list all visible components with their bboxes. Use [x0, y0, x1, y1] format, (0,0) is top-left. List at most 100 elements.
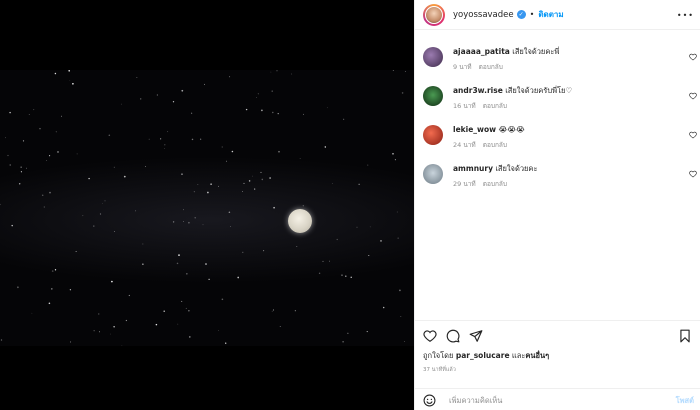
- star: [260, 171, 262, 173]
- star: [331, 183, 333, 185]
- star: [231, 150, 234, 153]
- star: [128, 294, 130, 297]
- reply-button[interactable]: ตอบกลับ: [483, 180, 507, 188]
- star: [167, 131, 169, 133]
- star: [380, 240, 382, 242]
- comment-username[interactable]: andr3w.rise: [453, 86, 503, 95]
- star: [49, 155, 51, 157]
- star: [366, 331, 368, 333]
- follow-button[interactable]: ติดตาม: [538, 8, 563, 21]
- star: [17, 286, 19, 289]
- comment-avatar[interactable]: [423, 125, 443, 145]
- star: [0, 339, 3, 341]
- like-comment-heart-icon[interactable]: [689, 92, 697, 100]
- stars-field: [0, 70, 406, 346]
- comment-avatar[interactable]: [423, 164, 443, 184]
- likes-user-link[interactable]: par_solucare: [456, 351, 510, 360]
- comment-time: 24 นาที: [453, 141, 476, 149]
- star: [399, 289, 401, 292]
- reply-button[interactable]: ตอบกลับ: [483, 141, 507, 149]
- star: [242, 191, 243, 193]
- star: [55, 131, 57, 133]
- star: [102, 202, 104, 204]
- comment-username[interactable]: ajaaaa_patita: [453, 47, 510, 56]
- emoji-smiley-icon[interactable]: [423, 394, 436, 407]
- star: [345, 275, 347, 277]
- post-sidebar: yoyossavadee ✓ • ติดตาม ••• ajaaaa_patit…: [414, 0, 700, 410]
- like-comment-heart-icon[interactable]: [689, 170, 697, 178]
- post-username[interactable]: yoyossavadee: [453, 10, 514, 20]
- star: [193, 191, 195, 193]
- post-comment-button[interactable]: โพสต์: [676, 395, 694, 407]
- star: [400, 316, 402, 318]
- star: [20, 166, 22, 168]
- star: [392, 70, 394, 71]
- post-photo[interactable]: [0, 70, 414, 346]
- star: [208, 278, 210, 281]
- star: [108, 134, 111, 137]
- star: [148, 138, 150, 140]
- star: [49, 191, 51, 194]
- star: [341, 274, 343, 276]
- star: [272, 309, 274, 311]
- comment-avatar[interactable]: [423, 47, 443, 67]
- reply-button[interactable]: ตอบกลับ: [479, 63, 503, 71]
- star: [210, 183, 212, 185]
- star: [69, 289, 72, 291]
- star: [125, 319, 128, 322]
- star: [41, 194, 44, 196]
- star: [113, 166, 115, 168]
- more-options-icon[interactable]: •••: [677, 11, 694, 20]
- comment-avatar[interactable]: [423, 86, 443, 106]
- star: [183, 209, 184, 211]
- share-send-icon[interactable]: [469, 329, 483, 343]
- star: [191, 138, 194, 141]
- star: [225, 342, 227, 344]
- star: [270, 71, 272, 73]
- star: [273, 206, 275, 209]
- star: [26, 167, 27, 169]
- star: [279, 326, 281, 327]
- star: [261, 178, 264, 181]
- star: [356, 226, 358, 228]
- star: [396, 211, 398, 213]
- like-heart-icon[interactable]: [423, 329, 437, 343]
- star: [277, 112, 279, 115]
- like-comment-heart-icon[interactable]: [689, 53, 697, 61]
- star: [218, 329, 219, 331]
- likes-summary: ถูกใจโดย par_solucare และคนอื่นๆ: [423, 350, 549, 362]
- star: [155, 323, 158, 326]
- star: [98, 313, 100, 315]
- comment-username[interactable]: lekie_wow: [453, 125, 496, 134]
- verified-badge-icon: ✓: [516, 10, 526, 19]
- star: [139, 98, 142, 100]
- like-comment-heart-icon[interactable]: [689, 131, 697, 139]
- star: [302, 205, 304, 207]
- comment-username[interactable]: ammnury: [453, 164, 493, 173]
- star: [142, 263, 144, 265]
- comment-input[interactable]: [449, 393, 649, 407]
- star: [145, 166, 146, 167]
- star: [183, 221, 184, 223]
- star: [121, 345, 123, 346]
- profile-avatar[interactable]: [423, 3, 445, 26]
- star: [39, 127, 41, 130]
- comment-item: andr3w.rise เสียใจด้วยครับพี่โย♡ 16 นาที…: [415, 83, 700, 122]
- star: [367, 164, 369, 166]
- star: [207, 191, 209, 194]
- star: [88, 177, 90, 180]
- star: [69, 79, 71, 81]
- comment-bubble-icon[interactable]: [446, 329, 460, 343]
- star: [120, 103, 122, 105]
- star: [7, 154, 9, 157]
- star: [228, 211, 231, 214]
- likes-others-link[interactable]: คนอื่นๆ: [525, 351, 549, 360]
- star: [221, 146, 223, 148]
- reply-button[interactable]: ตอบกลับ: [483, 102, 507, 110]
- star: [48, 302, 51, 305]
- star: [72, 82, 74, 85]
- save-bookmark-icon[interactable]: [678, 329, 692, 343]
- star: [110, 333, 111, 335]
- star: [324, 146, 326, 148]
- post-timestamp: 37 นาทีที่แล้ว: [423, 367, 456, 373]
